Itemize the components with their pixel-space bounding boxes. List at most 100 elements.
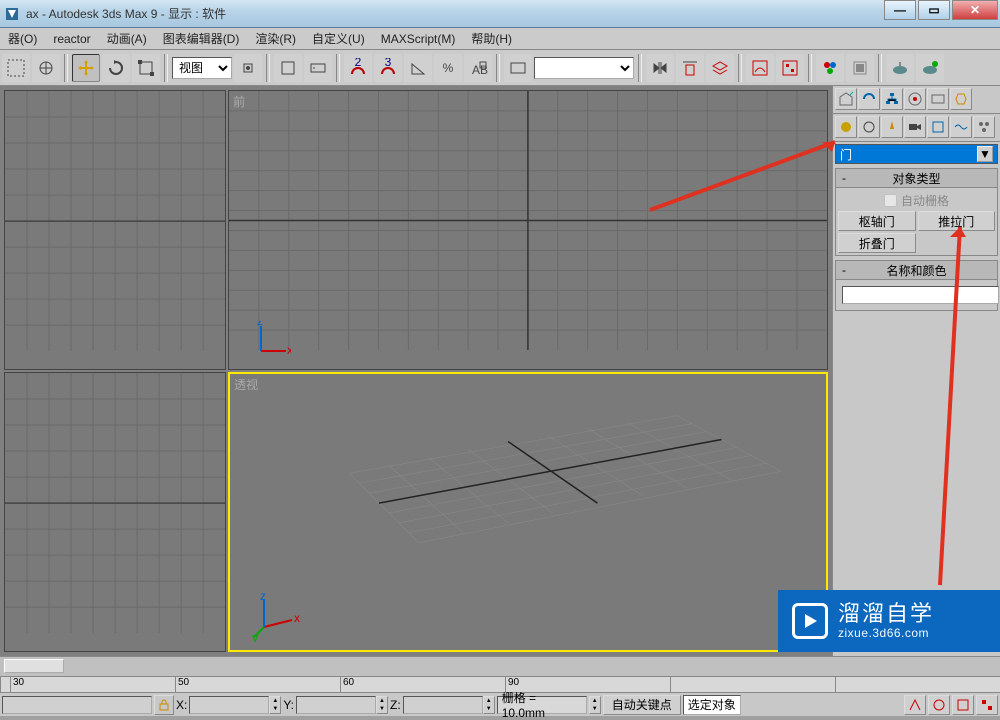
key-filters-combo[interactable]: 选定对象 xyxy=(683,695,741,715)
pivot-door-button[interactable]: 枢轴门 xyxy=(838,211,916,231)
viewport-left[interactable] xyxy=(4,372,226,652)
svg-text:x: x xyxy=(294,611,300,625)
ruler-tick: 50 xyxy=(175,677,340,692)
display-tab-icon[interactable] xyxy=(927,88,949,110)
lights-subtab-icon[interactable] xyxy=(881,116,903,138)
menu-item[interactable]: 器(O) xyxy=(0,27,45,50)
autogrid-label: 自动栅格 xyxy=(901,192,949,209)
minimize-button[interactable]: — xyxy=(884,0,916,20)
hierarchy-tab-icon[interactable] xyxy=(881,88,903,110)
spinner-snap-icon[interactable]: ABC xyxy=(464,54,492,82)
scale-tool-icon[interactable] xyxy=(132,54,160,82)
dropdown-value: 门 xyxy=(840,146,852,163)
menu-item[interactable]: 动画(A) xyxy=(99,27,155,50)
tool-select-all-icon[interactable] xyxy=(2,54,30,82)
svg-text:2: 2 xyxy=(355,58,362,69)
close-button[interactable]: ✕ xyxy=(952,0,998,20)
object-name-input[interactable] xyxy=(842,286,999,304)
render-scene-icon[interactable] xyxy=(846,54,874,82)
percent-snap-icon[interactable]: % xyxy=(434,54,462,82)
menu-item[interactable]: 渲染(R) xyxy=(247,27,304,50)
rollout-header-object-type[interactable]: - 对象类型 xyxy=(835,168,998,188)
cameras-subtab-icon[interactable] xyxy=(904,116,926,138)
shapes-subtab-icon[interactable] xyxy=(858,116,880,138)
utilities-tab-icon[interactable] xyxy=(950,88,972,110)
menu-item[interactable]: 帮助(H) xyxy=(463,27,520,50)
viewport-front[interactable]: 前 x z xyxy=(228,90,828,370)
material-editor-icon[interactable] xyxy=(816,54,844,82)
snap-3d-icon[interactable]: 3 xyxy=(374,54,402,82)
time-ruler[interactable]: 30 50 60 90 xyxy=(0,676,1000,692)
maximize-button[interactable]: ▭ xyxy=(918,0,950,20)
svg-text:%: % xyxy=(443,61,454,75)
axis-gizmo-icon: x z y xyxy=(252,592,302,642)
spacewarps-subtab-icon[interactable] xyxy=(950,116,972,138)
object-category-dropdown[interactable]: 门 ▼ xyxy=(835,144,998,164)
angle-snap-icon[interactable] xyxy=(404,54,432,82)
render-production-icon[interactable] xyxy=(886,54,914,82)
named-selection-select[interactable] xyxy=(534,57,634,79)
align-icon[interactable] xyxy=(676,54,704,82)
spinner-icon[interactable]: ▲▼ xyxy=(376,696,388,714)
mirror-icon[interactable] xyxy=(646,54,674,82)
status-bar: X:▲▼ Y:▲▼ Z:▲▼ 栅格 = 10.0mm ▲▼ 自动关键点 选定对象 xyxy=(0,692,1000,716)
sliding-door-button[interactable]: 推拉门 xyxy=(918,211,996,231)
coord-z-input[interactable] xyxy=(403,696,483,714)
reference-coord-select[interactable]: 视图 xyxy=(172,57,232,79)
geometry-subtab-icon[interactable] xyxy=(835,116,857,138)
menu-item[interactable]: 自定义(U) xyxy=(304,27,373,50)
curve-editor-icon[interactable] xyxy=(746,54,774,82)
lock-selection-icon[interactable] xyxy=(154,695,174,715)
viewport-perspective[interactable]: 透视 xyxy=(228,372,828,652)
snap-2d-icon[interactable]: 2 xyxy=(344,54,372,82)
main-toolbar: 视图 2 3 % ABC xyxy=(0,50,1000,86)
viewport-top[interactable] xyxy=(4,90,226,370)
spinner-icon[interactable]: ▲▼ xyxy=(589,696,601,714)
viewport-label: 前 xyxy=(233,93,245,110)
nav-icon[interactable] xyxy=(928,695,950,715)
spinner-icon[interactable]: ▲▼ xyxy=(483,696,495,714)
time-slider[interactable] xyxy=(0,656,1000,676)
svg-text:z: z xyxy=(257,321,263,328)
watermark: 溜溜自学 zixue.3d66.com xyxy=(778,590,1000,652)
nav-icon[interactable] xyxy=(976,695,998,715)
command-panel: 门 ▼ - 对象类型 自动栅格 枢轴门 推拉门 折叠门 xyxy=(832,86,1000,656)
modify-tab-icon[interactable] xyxy=(858,88,880,110)
coord-x-input[interactable] xyxy=(189,696,269,714)
menu-item[interactable]: MAXScript(M) xyxy=(373,29,464,49)
motion-tab-icon[interactable] xyxy=(904,88,926,110)
select-manipulate-icon[interactable] xyxy=(274,54,302,82)
nav-icon[interactable] xyxy=(904,695,926,715)
helpers-subtab-icon[interactable] xyxy=(927,116,949,138)
move-tool-icon[interactable] xyxy=(72,54,100,82)
layer-manager-icon[interactable] xyxy=(706,54,734,82)
viewport-label: 透视 xyxy=(234,376,258,393)
axis-gizmo-icon: x z xyxy=(251,321,291,361)
schematic-view-icon[interactable] xyxy=(776,54,804,82)
autokey-button[interactable]: 自动关键点 xyxy=(603,695,681,715)
rotate-tool-icon[interactable] xyxy=(102,54,130,82)
svg-text:z: z xyxy=(260,592,266,603)
menu-item[interactable]: reactor xyxy=(45,29,98,49)
watermark-url: zixue.3d66.com xyxy=(838,626,934,640)
pivot-icon[interactable] xyxy=(234,54,262,82)
menu-item[interactable]: 图表编辑器(D) xyxy=(155,27,248,50)
keyboard-shortcut-icon[interactable] xyxy=(304,54,332,82)
tool-select-object-icon[interactable] xyxy=(32,54,60,82)
dropdown-arrow-icon: ▼ xyxy=(977,146,993,162)
coord-y-input[interactable] xyxy=(296,696,376,714)
ruler-tick: 90 xyxy=(505,677,670,692)
watermark-title: 溜溜自学 xyxy=(838,602,934,626)
autogrid-checkbox[interactable] xyxy=(884,194,897,207)
rollout-title: 名称和颜色 xyxy=(886,262,946,279)
named-selection-icon[interactable] xyxy=(504,54,532,82)
spinner-icon[interactable]: ▲▼ xyxy=(269,696,281,714)
nav-icon[interactable] xyxy=(952,695,974,715)
rollout-title: 对象类型 xyxy=(892,170,940,187)
quick-render-icon[interactable] xyxy=(916,54,944,82)
create-tab-icon[interactable] xyxy=(835,88,857,110)
systems-subtab-icon[interactable] xyxy=(973,116,995,138)
rollout-header-name-color[interactable]: - 名称和颜色 xyxy=(835,260,998,280)
create-subtabs xyxy=(833,114,1000,142)
bifold-door-button[interactable]: 折叠门 xyxy=(838,233,916,253)
